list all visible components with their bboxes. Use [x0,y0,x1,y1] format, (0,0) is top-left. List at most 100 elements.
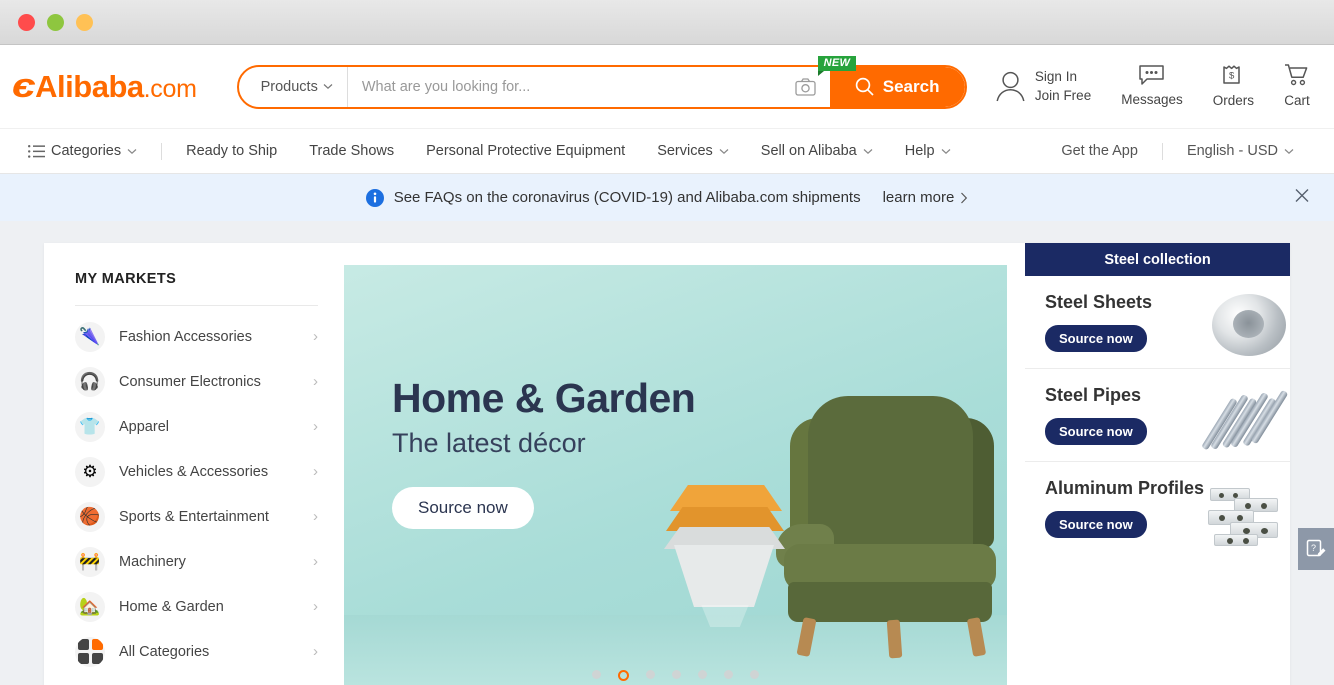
consumer-electronics-icon: 🎧 [75,366,105,397]
sidebar-item-vehicles-accessories[interactable]: ⚙ Vehicles & Accessories › [75,449,318,494]
logo-name: Alibaba [35,69,144,104]
window-minimize-button[interactable] [47,13,64,31]
nav-categories[interactable]: Categories [12,143,153,159]
search-input[interactable] [347,66,781,107]
sign-in-label: Sign In [1034,69,1077,85]
cart-label: Cart [1284,92,1310,108]
chevron-down-icon [127,148,137,154]
apparel-icon: 👕 [75,411,105,442]
nav-label: Sell on Alibaba [760,143,857,159]
steel-source-now-button[interactable]: Source now [1045,325,1147,352]
sports-entertainment-icon: 🏀 [75,501,105,532]
machinery-icon: 🚧 [75,546,105,577]
covid-learn-more-label: learn more [882,189,955,206]
steel-pipes-image [1201,381,1289,453]
search-area: NEW Products Sear [236,55,967,109]
grid-icon [75,636,105,667]
search-category-select[interactable]: Products [239,66,348,107]
carousel-dots [344,670,1007,681]
image-search-new-badge: NEW [817,55,857,76]
image-search-button[interactable] [781,77,830,96]
search-icon [855,77,874,96]
nav-locale-selector[interactable]: English - USD [1171,143,1310,159]
nav-item-sell-on-alibaba[interactable]: Sell on Alibaba [745,143,889,159]
chevron-right-icon: › [313,418,318,435]
orders-label: Orders [1212,92,1254,108]
sidebar-item-label: Apparel [119,418,169,435]
nav-item-ready-to-ship[interactable]: Ready to Ship [170,143,293,159]
feedback-widget-button[interactable]: ? [1298,528,1334,570]
nav-item-trade-shows[interactable]: Trade Shows [293,143,410,159]
nav-get-the-app[interactable]: Get the App [1045,143,1154,159]
carousel-dot[interactable] [750,670,759,679]
camera-icon [794,77,816,96]
covid-learn-more-link[interactable]: learn more [883,189,969,206]
sidebar-item-home-garden[interactable]: 🏡 Home & Garden › [75,584,318,629]
sidebar-item-sports-entertainment[interactable]: 🏀 Sports & Entertainment › [75,494,318,539]
home-garden-icon: 🏡 [75,591,105,622]
sidebar-item-all-categories[interactable]: All Categories › [75,629,318,674]
chevron-down-icon [1284,148,1294,154]
nav-label: Ready to Ship [186,143,278,159]
nav-right-group: Get the App English - USD [1045,142,1310,160]
sidebar-item-label: Home & Garden [119,598,224,615]
chevron-down-icon [323,84,333,90]
carousel-dot[interactable] [646,670,655,679]
messages-button[interactable]: Messages [1121,64,1183,109]
vehicles-accessories-icon: ⚙ [75,456,105,487]
sidebar-item-apparel[interactable]: 👕 Apparel › [75,404,318,449]
hero-carousel[interactable]: Home & Garden The latest décor Source no… [344,265,1007,685]
covid-banner-close-button[interactable] [1294,187,1310,208]
nav-locale-label: English - USD [1186,143,1278,159]
hero-source-now-button[interactable]: Source now [392,487,534,529]
nav-item-ppe[interactable]: Personal Protective Equipment [410,143,641,159]
search-button[interactable]: Search [829,66,965,107]
sidebar-heading: MY MARKETS [75,271,177,287]
info-icon [365,188,384,207]
hero-subtitle: The latest décor [392,428,586,458]
fashion-accessories-icon: 🌂 [75,321,105,352]
covid-notice-banner: See FAQs on the coronavirus (COVID-19) a… [0,174,1334,221]
site-header: є Alibaba .com NEW Products What are you… [0,45,1334,128]
nav-item-services[interactable]: Services [641,143,745,159]
nav-label: Trade Shows [309,143,395,159]
nav-categories-label: Categories [51,143,122,159]
nav-item-help[interactable]: Help [889,143,967,159]
message-icon [1139,65,1165,85]
steel-item-steel-pipes[interactable]: Steel Pipes Source now [1025,369,1290,462]
orders-button[interactable]: $ Orders [1213,63,1254,110]
search-category-label: Products [260,78,318,95]
carousel-dot[interactable] [592,670,601,679]
svg-text:$: $ [1229,70,1235,81]
steel-coil-hole [1233,310,1264,338]
aluminum-profiles-image [1206,484,1284,548]
chevron-right-icon: › [313,508,318,525]
carousel-dot[interactable] [724,670,733,679]
hero-text-block: Home & Garden The latest décor Source no… [392,375,696,529]
chevron-down-icon [941,148,950,154]
window-maximize-button[interactable] [76,13,93,31]
steel-collection-header: Steel collection [1025,243,1290,276]
steel-source-now-button[interactable]: Source now [1045,511,1147,538]
sidebar-item-fashion-accessories[interactable]: 🌂 Fashion Accessories › [75,314,318,359]
main-content: MY MARKETS 🌂 Fashion Accessories › 🎧 Con… [0,221,1334,685]
chevron-down-icon [719,148,729,154]
steel-item-aluminum-profiles[interactable]: Aluminum Profiles Source now [1025,462,1290,554]
carousel-dot-active[interactable] [618,670,629,681]
steel-source-now-button[interactable]: Source now [1045,418,1147,445]
steel-item-steel-sheets[interactable]: Steel Sheets Source now [1025,276,1290,369]
carousel-dot[interactable] [698,670,707,679]
sign-in-join-free[interactable]: Sign In Join Free [994,68,1091,104]
window-close-button[interactable] [18,13,35,31]
cart-button[interactable]: Cart [1284,63,1310,110]
nav-divider [161,142,163,160]
sidebar-item-machinery[interactable]: 🚧 Machinery › [75,539,318,584]
carousel-dot[interactable] [672,670,681,679]
logo-tld: .com [143,75,197,103]
sidebar-item-consumer-electronics[interactable]: 🎧 Consumer Electronics › [75,359,318,404]
nav-divider [1161,142,1163,160]
nav-label: Help [904,143,935,159]
steel-collection-panel: Steel collection Steel Sheets Source now… [1025,243,1290,685]
armchair-image [770,396,1007,659]
alibaba-logo[interactable]: є Alibaba .com [12,67,197,106]
